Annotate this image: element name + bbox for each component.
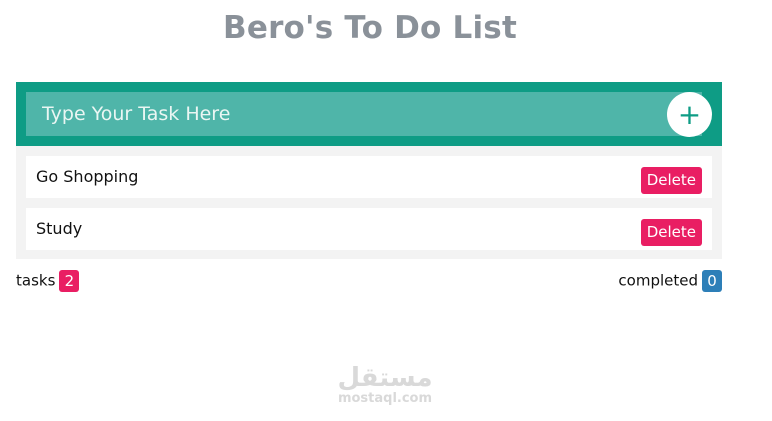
delete-button[interactable]: Delete — [640, 167, 702, 194]
plus-icon: + — [677, 98, 702, 131]
watermark-logo: مستقل mostaql.com — [330, 364, 440, 406]
watermark-arabic: مستقل — [337, 363, 433, 393]
tasks-count-badge: 2 — [59, 270, 80, 292]
task-item: Study Delete — [26, 208, 712, 250]
completed-count-badge: 0 — [702, 270, 722, 292]
task-input[interactable] — [26, 92, 702, 136]
completed-counter: completed 0 — [618, 270, 722, 292]
watermark-latin: mostaql.com — [337, 391, 433, 406]
task-list: Go Shopping Delete Study Delete — [16, 146, 722, 259]
page-title: Bero's To Do List — [223, 10, 517, 46]
task-text[interactable]: Go Shopping — [36, 167, 138, 186]
add-task-button[interactable]: + — [667, 92, 712, 137]
task-text[interactable]: Study — [36, 219, 82, 238]
completed-counter-label: completed — [618, 271, 698, 290]
tasks-counter-label: tasks — [16, 271, 56, 290]
delete-button[interactable]: Delete — [640, 219, 702, 246]
task-item: Go Shopping Delete — [26, 156, 712, 198]
todo-app: Bero's To Do List + Go Shopping Delete S… — [0, 0, 772, 421]
tasks-counter: tasks 2 — [16, 270, 80, 292]
task-input-bar: + — [16, 82, 722, 146]
